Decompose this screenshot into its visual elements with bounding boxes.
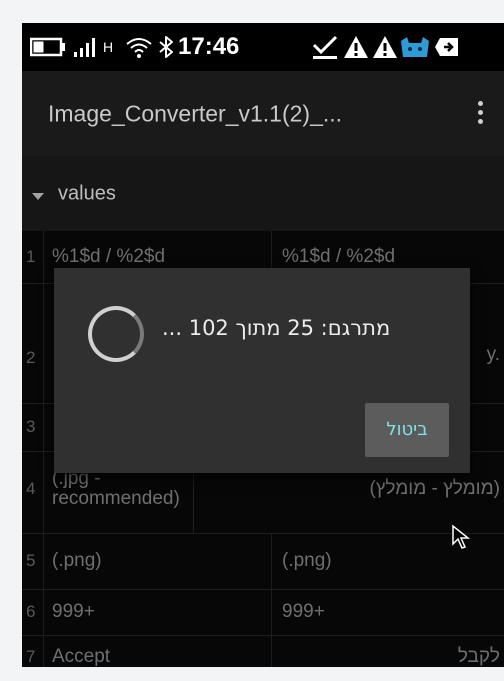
cancel-button[interactable]: ביטול: [365, 403, 449, 457]
mouse-cursor-icon: [452, 524, 471, 549]
network-type-label: H: [103, 39, 114, 55]
android-icon: [401, 37, 429, 57]
media-icon: [435, 38, 458, 56]
translation-cell[interactable]: לקבל: [272, 635, 504, 667]
expand-arrow-icon: [32, 193, 44, 200]
source-cell[interactable]: Accept: [44, 635, 272, 667]
check-icon: [312, 35, 338, 59]
table-row[interactable]: 6 999+ 999+: [22, 589, 504, 636]
section-header-values[interactable]: values: [22, 156, 504, 231]
warning-icon: [344, 36, 368, 58]
progress-dialog: מתרגם: 25 מתוך 102 ... ביטול: [54, 268, 470, 473]
app-title: Image_Converter_v1.1(2)_...: [48, 100, 343, 126]
row-number: 5: [22, 533, 44, 589]
signal-icon: [74, 38, 95, 57]
table-row[interactable]: 5 (.png) (.png): [22, 533, 504, 590]
source-cell[interactable]: 999+: [44, 589, 272, 635]
progress-message: מתרגם: 25 מתוך 102 ...: [162, 316, 391, 340]
progress-spinner-icon: [88, 306, 144, 362]
row-number: 7: [22, 635, 44, 667]
wifi-icon: [126, 38, 152, 58]
row-number: 1: [22, 231, 44, 283]
more-vert-icon[interactable]: [476, 100, 484, 127]
clock: 17:46: [178, 33, 240, 60]
bluetooth-icon: [159, 36, 173, 58]
translation-cell[interactable]: 999+: [272, 589, 504, 635]
warning-icon: [373, 36, 397, 58]
row-number: 6: [22, 589, 44, 635]
section-label: values: [58, 182, 116, 204]
row-number: 2: [22, 283, 44, 403]
battery-icon: [30, 37, 65, 57]
status-bar: H 17:46: [22, 23, 504, 71]
table-row[interactable]: 7 Accept לקבל: [22, 635, 504, 667]
device-screen: H 17:46 Image_Converter_v1.1(2)_... valu…: [22, 23, 504, 667]
row-number: 4: [22, 451, 44, 533]
row-number: 3: [22, 403, 44, 451]
source-cell[interactable]: (.png): [44, 533, 272, 589]
app-bar: Image_Converter_v1.1(2)_...: [22, 71, 504, 156]
